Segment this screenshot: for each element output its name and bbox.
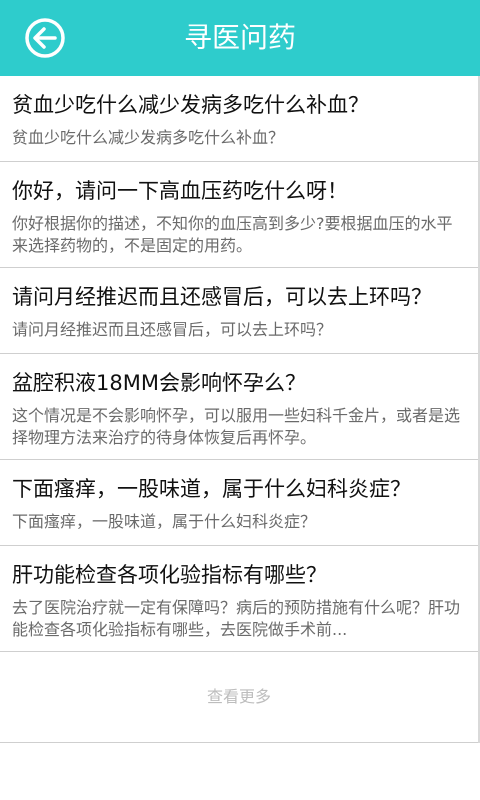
list-item[interactable]: 下面瘙痒，一股味道，属于什么妇科炎症？ 下面瘙痒，一股味道，属于什么妇科炎症？ bbox=[0, 460, 478, 546]
list-item[interactable]: 你好，请问一下高血压药吃什么呀！ 你好根据你的描述，不知你的血压高到多少?要根据… bbox=[0, 162, 478, 268]
question-title: 请问月经推迟而且还感冒后，可以去上环吗？ bbox=[12, 285, 432, 309]
question-title: 贫血少吃什么减少发病多吃什么补血？ bbox=[12, 93, 369, 117]
question-summary: 下面瘙痒，一股味道，属于什么妇科炎症？ bbox=[12, 512, 317, 531]
load-more-button[interactable]: 查看更多 bbox=[0, 652, 478, 743]
list-item[interactable]: 请问月经推迟而且还感冒后，可以去上环吗？ 请问月经推迟而且还感冒后，可以去上环吗… bbox=[0, 268, 478, 354]
list-item[interactable]: 盆腔积液18MM会影响怀孕么？ 这个情况是不会影响怀孕，可以服用一些妇科千金片，… bbox=[0, 354, 478, 460]
question-summary: 这个情况是不会影响怀孕，可以服用一些妇科千金片，或者是选择物理方法来治疗的待身体… bbox=[12, 406, 461, 447]
list-item[interactable]: 肝功能检查各项化验指标有哪些？ 去了医院治疗就一定有保障吗？病后的预防措施有什么… bbox=[0, 546, 478, 652]
question-summary: 请问月经推迟而且还感冒后，可以去上环吗？ bbox=[12, 320, 333, 339]
question-list: 贫血少吃什么减少发病多吃什么补血？ 贫血少吃什么减少发病多吃什么补血？ 你好，请… bbox=[0, 76, 480, 743]
question-summary: 贫血少吃什么减少发病多吃什么补血？ bbox=[12, 128, 285, 147]
back-arrow-icon[interactable] bbox=[24, 17, 66, 59]
page-title: 寻医问药 bbox=[183, 21, 296, 54]
list-item[interactable]: 贫血少吃什么减少发病多吃什么补血？ 贫血少吃什么减少发病多吃什么补血？ bbox=[0, 76, 478, 162]
question-summary: 你好根据你的描述，不知你的血压高到多少?要根据血压的水平来选择药物的，不是固定的… bbox=[12, 214, 453, 255]
question-title: 你好，请问一下高血压药吃什么呀！ bbox=[12, 179, 348, 203]
question-title: 下面瘙痒，一股味道，属于什么妇科炎症？ bbox=[12, 477, 411, 501]
question-summary: 去了医院治疗就一定有保障吗？病后的预防措施有什么呢？肝功能检查各项化验指标有哪些… bbox=[12, 598, 461, 639]
question-title: 肝功能检查各项化验指标有哪些？ bbox=[12, 563, 327, 587]
question-title: 盆腔积液18MM会影响怀孕么？ bbox=[12, 371, 306, 395]
header-bar: 寻医问药 bbox=[0, 0, 480, 76]
